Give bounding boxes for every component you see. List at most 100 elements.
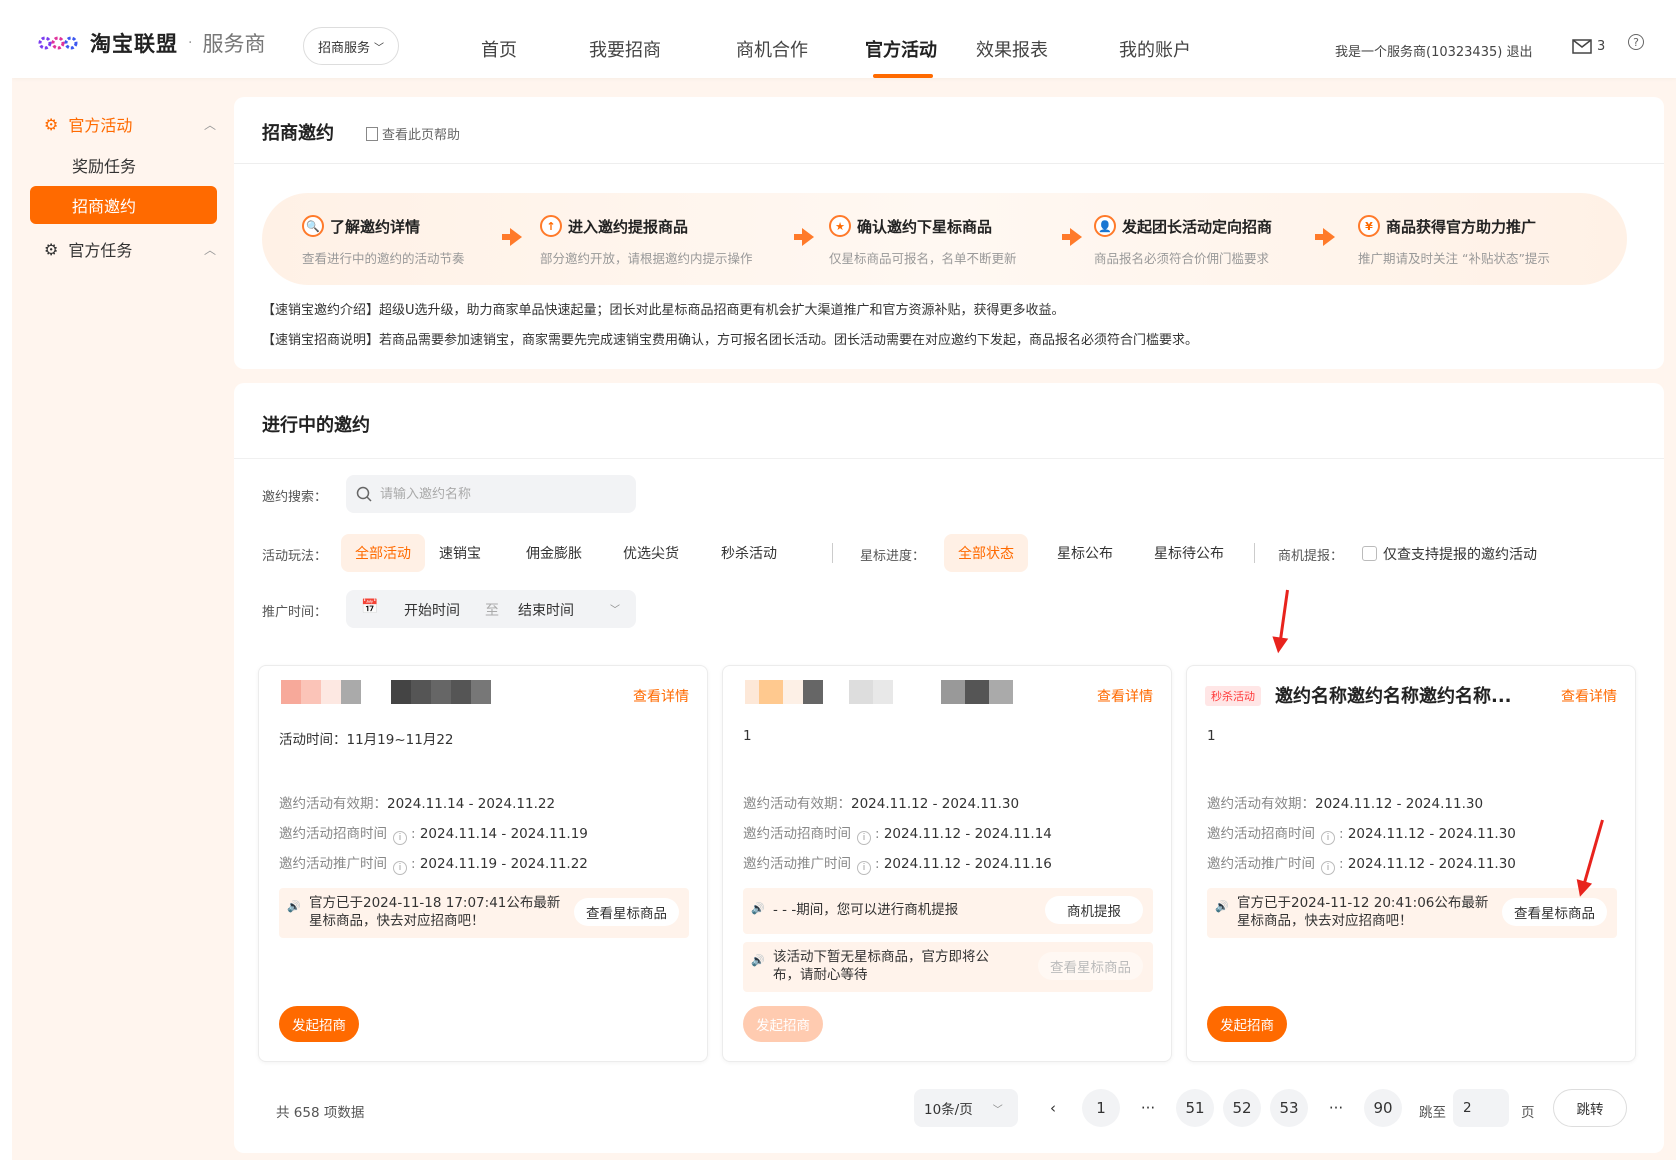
kv-label: 邀约活动招商时间 (279, 826, 387, 842)
view-detail-link[interactable]: 查看详情 (633, 686, 689, 706)
notice-text: 官方已于2024-11-18 17:07:41公布最新 (309, 895, 561, 911)
kv-label: 邀约活动推广时间 (279, 856, 387, 872)
filter-star-published[interactable]: 星标公布 (1043, 534, 1127, 572)
activity-time: 活动时间：11月19~11月22 (279, 732, 454, 748)
sidebar-item-reward-task[interactable]: 奖励任务 (72, 153, 136, 177)
biz-report-button[interactable]: 商机提报 (1045, 896, 1143, 924)
search-input[interactable] (380, 486, 620, 502)
info-icon[interactable]: i (1321, 831, 1335, 845)
yen-icon: ¥ (1358, 215, 1380, 237)
logo[interactable]: 淘宝联盟 · 服务商 (38, 28, 265, 58)
chevron-up-icon: ︿ (204, 117, 217, 132)
launch-recruit-button[interactable]: 发起招商 (279, 1006, 359, 1042)
arrow-right-icon (1315, 228, 1335, 246)
star-label: 星标进度： (860, 549, 926, 564)
kv-label: 邀约活动招商时间 (1207, 826, 1315, 842)
valid-period: 邀约活动有效期：2024.11.12 - 2024.11.30 (1207, 792, 1483, 812)
range-separator: 至 (485, 603, 499, 619)
page-53[interactable]: 53 (1270, 1089, 1308, 1127)
invitation-card: 查看详情 1 邀约活动有效期：2024.11.12 - 2024.11.30 邀… (722, 665, 1172, 1062)
view-detail-link[interactable]: 查看详情 (1561, 686, 1617, 706)
kv-label: 邀约活动有效期： (1207, 796, 1315, 812)
launch-recruit-button[interactable]: 发起招商 (1207, 1006, 1287, 1042)
view-star-products-button[interactable]: 查看星标商品 (1038, 952, 1143, 980)
brand-sub: 服务商 (202, 32, 266, 56)
page-1[interactable]: 1 (1082, 1089, 1120, 1127)
view-star-products-button[interactable]: 查看星标商品 (574, 898, 679, 926)
redacted-title (281, 680, 491, 704)
nav-official-activity[interactable]: 官方活动 (865, 36, 937, 62)
jump-button[interactable]: 跳转 (1553, 1089, 1627, 1127)
intro-text-2: 【速销宝招商说明】若商品需要参加速销宝，商家需要先完成速销宝费用确认，方可报名团… (262, 333, 1199, 348)
view-detail-link[interactable]: 查看详情 (1097, 686, 1153, 706)
nav-business[interactable]: 商机合作 (736, 36, 808, 62)
biz-checkbox[interactable] (1362, 546, 1377, 561)
filter-play-commission[interactable]: 佣金膨胀 (512, 534, 596, 572)
info-icon[interactable]: i (393, 861, 407, 875)
step-desc: 部分邀约开放，请根据邀约内提示操作 (540, 251, 753, 266)
divider (1254, 543, 1255, 563)
end-time[interactable]: 结束时间 (518, 600, 574, 620)
activity-type-tag: 秒杀活动 (1205, 686, 1261, 706)
page-51[interactable]: 51 (1176, 1089, 1214, 1127)
page-52[interactable]: 52 (1223, 1089, 1261, 1127)
star-notice: 🔊 官方已于2024-11-18 17:07:41公布最新 星标商品，快去对应招商… (279, 888, 689, 938)
nav-account[interactable]: 我的账户 (1119, 36, 1191, 62)
promo-period: 邀约活动推广时间 i: 2024.11.12 - 2024.11.16 (743, 856, 1052, 875)
valid-period: 邀约活动有效期：2024.11.14 - 2024.11.22 (279, 792, 555, 812)
invitation-card: 秒杀活动 邀约名称邀约名称邀约名称... 查看详情 1 邀约活动有效期：2024… (1186, 665, 1636, 1062)
invitation-list-panel: 进行中的邀约 邀约搜索： 活动玩法： 全部活动 速销宝 佣金膨胀 优选尖货 秒杀… (234, 383, 1664, 1153)
alliance-logo-icon (38, 36, 78, 50)
filter-star-pending[interactable]: 星标待公布 (1140, 534, 1238, 572)
prev-page-button[interactable]: ‹ (1034, 1089, 1072, 1127)
sidebar-group-official-task[interactable]: ⚙ 官方任务 ︿ (44, 237, 216, 261)
chevron-up-icon: ︿ (204, 242, 217, 257)
filter-star-all[interactable]: 全部状态 (944, 534, 1028, 572)
help-icon[interactable]: ? (1628, 34, 1644, 50)
start-time[interactable]: 开始时间 (404, 600, 460, 620)
info-icon[interactable]: i (1321, 861, 1335, 875)
page-size-select[interactable]: 10条/页 ﹀ (914, 1089, 1018, 1127)
page-90[interactable]: 90 (1364, 1089, 1402, 1127)
view-star-products-button[interactable]: 查看星标商品 (1502, 898, 1607, 926)
biz-notice: 🔊 - - -期间，您可以进行商机提报 商机提报 (743, 888, 1153, 934)
arrow-right-icon (502, 228, 522, 246)
star-icon: ★ (829, 215, 851, 237)
filter-play-suxiaobao[interactable]: 速销宝 (425, 534, 495, 572)
kv-value: 2024.11.12 - 2024.11.30 (1347, 826, 1516, 842)
notice-text-2: 布，请耐心等待 (773, 967, 868, 983)
nav-home[interactable]: 首页 (481, 36, 517, 62)
mail-icon (1572, 39, 1592, 54)
nav-reports[interactable]: 效果报表 (976, 36, 1048, 62)
recruit-period: 邀约活动招商时间 i: 2024.11.14 - 2024.11.19 (279, 826, 588, 845)
brand-separator: · (188, 35, 193, 51)
page-ellipsis[interactable]: ··· (1129, 1089, 1167, 1127)
mail-button[interactable]: 3 (1572, 39, 1605, 54)
biz-checkbox-label[interactable]: 仅查支持提报的邀约活动 (1383, 544, 1537, 564)
user-info[interactable]: 我是一个服务商(10323435) 退出 (1335, 41, 1532, 60)
page-ellipsis[interactable]: ··· (1317, 1089, 1355, 1127)
info-icon[interactable]: i (393, 831, 407, 845)
filter-play-all[interactable]: 全部活动 (341, 534, 425, 572)
filter-play-flash[interactable]: 秒杀活动 (707, 534, 791, 572)
redacted-title (745, 680, 1013, 704)
kv-label: 邀约活动推广时间 (1207, 856, 1315, 872)
help-link-label: 查看此页帮助 (382, 128, 461, 143)
notice-text-2: 星标商品，快去对应招商吧！ (309, 913, 485, 929)
nav-recruit[interactable]: 我要招商 (589, 36, 661, 62)
brand-name: 淘宝联盟 (90, 32, 178, 56)
date-range-picker[interactable]: 📅 开始时间 至 结束时间 ﹀ (346, 590, 636, 628)
sidebar-group-official-activity[interactable]: ⚙ 官方活动 ︿ (44, 112, 216, 136)
help-link[interactable]: 查看此页帮助 (366, 124, 460, 143)
sidebar-item-invitation[interactable]: 招商邀约 (30, 186, 217, 224)
gear-icon: ⚙ (44, 114, 59, 134)
step-desc: 仅星标商品可报名，名单不断更新 (829, 251, 1017, 266)
intro-panel: 招商邀约 查看此页帮助 🔍 了解邀约详情 查看进行中的邀约的活动节奏 ↑ 进入邀约提… (234, 97, 1664, 369)
info-icon[interactable]: i (857, 831, 871, 845)
launch-recruit-button[interactable]: 发起招商 (743, 1006, 823, 1042)
jump-input[interactable]: 2 (1453, 1089, 1509, 1127)
notice-text: - - -期间，您可以进行商机提报 (773, 902, 959, 918)
info-icon[interactable]: i (857, 861, 871, 875)
filter-play-premium[interactable]: 优选尖货 (609, 534, 693, 572)
service-select[interactable]: 招商服务 ﹀ (303, 27, 399, 65)
